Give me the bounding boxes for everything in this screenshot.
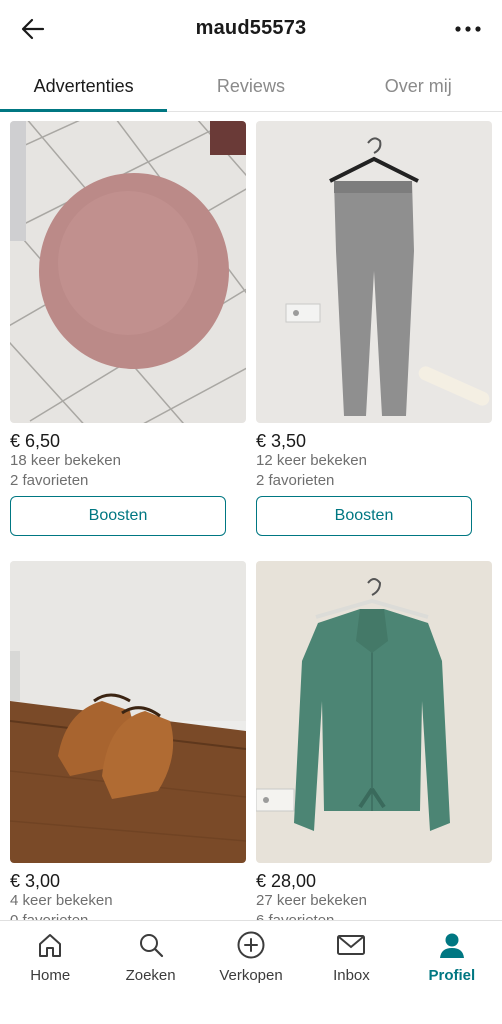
listing-favorites: 0 favorieten [10, 911, 246, 920]
tab-advertenties[interactable]: Advertenties [0, 58, 168, 112]
listing-photo-leggings[interactable] [256, 121, 492, 423]
boost-button[interactable]: Boosten [10, 496, 226, 536]
listing-favorites: 2 favorieten [256, 472, 335, 489]
nav-label: Zoeken [125, 967, 176, 984]
more-button[interactable] [450, 14, 486, 44]
boost-button[interactable]: Boosten [256, 496, 472, 536]
listing-favorites: 2 favorieten [10, 472, 89, 489]
listing-price: € 3,00 [10, 871, 61, 891]
nav-label: Inbox [333, 967, 370, 984]
profile-icon [436, 929, 468, 961]
nav-home[interactable]: Home [0, 921, 100, 1024]
listing-price: € 28,00 [256, 871, 317, 891]
search-icon [135, 929, 167, 961]
tab-over-mij[interactable]: Over mij [335, 58, 502, 111]
listing-views: 12 keer bekeken [256, 452, 367, 469]
top-bar: maud55573 [0, 0, 502, 58]
home-icon [34, 929, 66, 961]
listing-photo-rug[interactable] [10, 121, 246, 423]
listings-grid: € 6,50 18 keer bekeken 2 favorieten Boos… [0, 112, 502, 920]
nav-label: Verkopen [219, 967, 283, 984]
more-horizontal-icon [455, 26, 481, 32]
listing-card[interactable]: € 28,00 27 keer bekeken 6 favorieten [256, 561, 492, 920]
mail-icon [335, 929, 367, 961]
listing-price: € 3,50 [256, 431, 307, 451]
nav-label: Home [30, 967, 71, 984]
nav-search[interactable]: Zoeken [100, 921, 200, 1024]
listing-views: 18 keer bekeken [10, 452, 121, 469]
tab-reviews[interactable]: Reviews [167, 58, 334, 111]
listing-favorites: 6 favorieten [256, 911, 492, 920]
nav-label: Profiel [428, 967, 476, 984]
listing-card[interactable]: € 6,50 18 keer bekeken 2 favorieten Boos… [10, 121, 246, 536]
nav-inbox[interactable]: Inbox [301, 921, 401, 1024]
page-title: maud55573 [195, 17, 307, 39]
listing-price: € 6,50 [10, 431, 61, 451]
bottom-navigation: Home Zoeken Verkopen Inbox Profiel [0, 920, 502, 1024]
profile-tabs: Advertenties Reviews Over mij [0, 58, 502, 112]
listing-card[interactable]: € 3,50 12 keer bekeken 2 favorieten Boos… [256, 121, 492, 536]
plus-circle-icon [235, 929, 267, 961]
listing-views: 27 keer bekeken [256, 892, 367, 909]
listing-views: 4 keer bekeken [10, 892, 113, 909]
listing-photo-baby-shoes[interactable] [10, 561, 246, 863]
listing-card[interactable]: € 3,00 4 keer bekeken 0 favorieten [10, 561, 246, 920]
nav-sell[interactable]: Verkopen [201, 921, 301, 1024]
listing-photo-blouse[interactable] [256, 561, 492, 863]
nav-profile[interactable]: Profiel [402, 921, 502, 1024]
